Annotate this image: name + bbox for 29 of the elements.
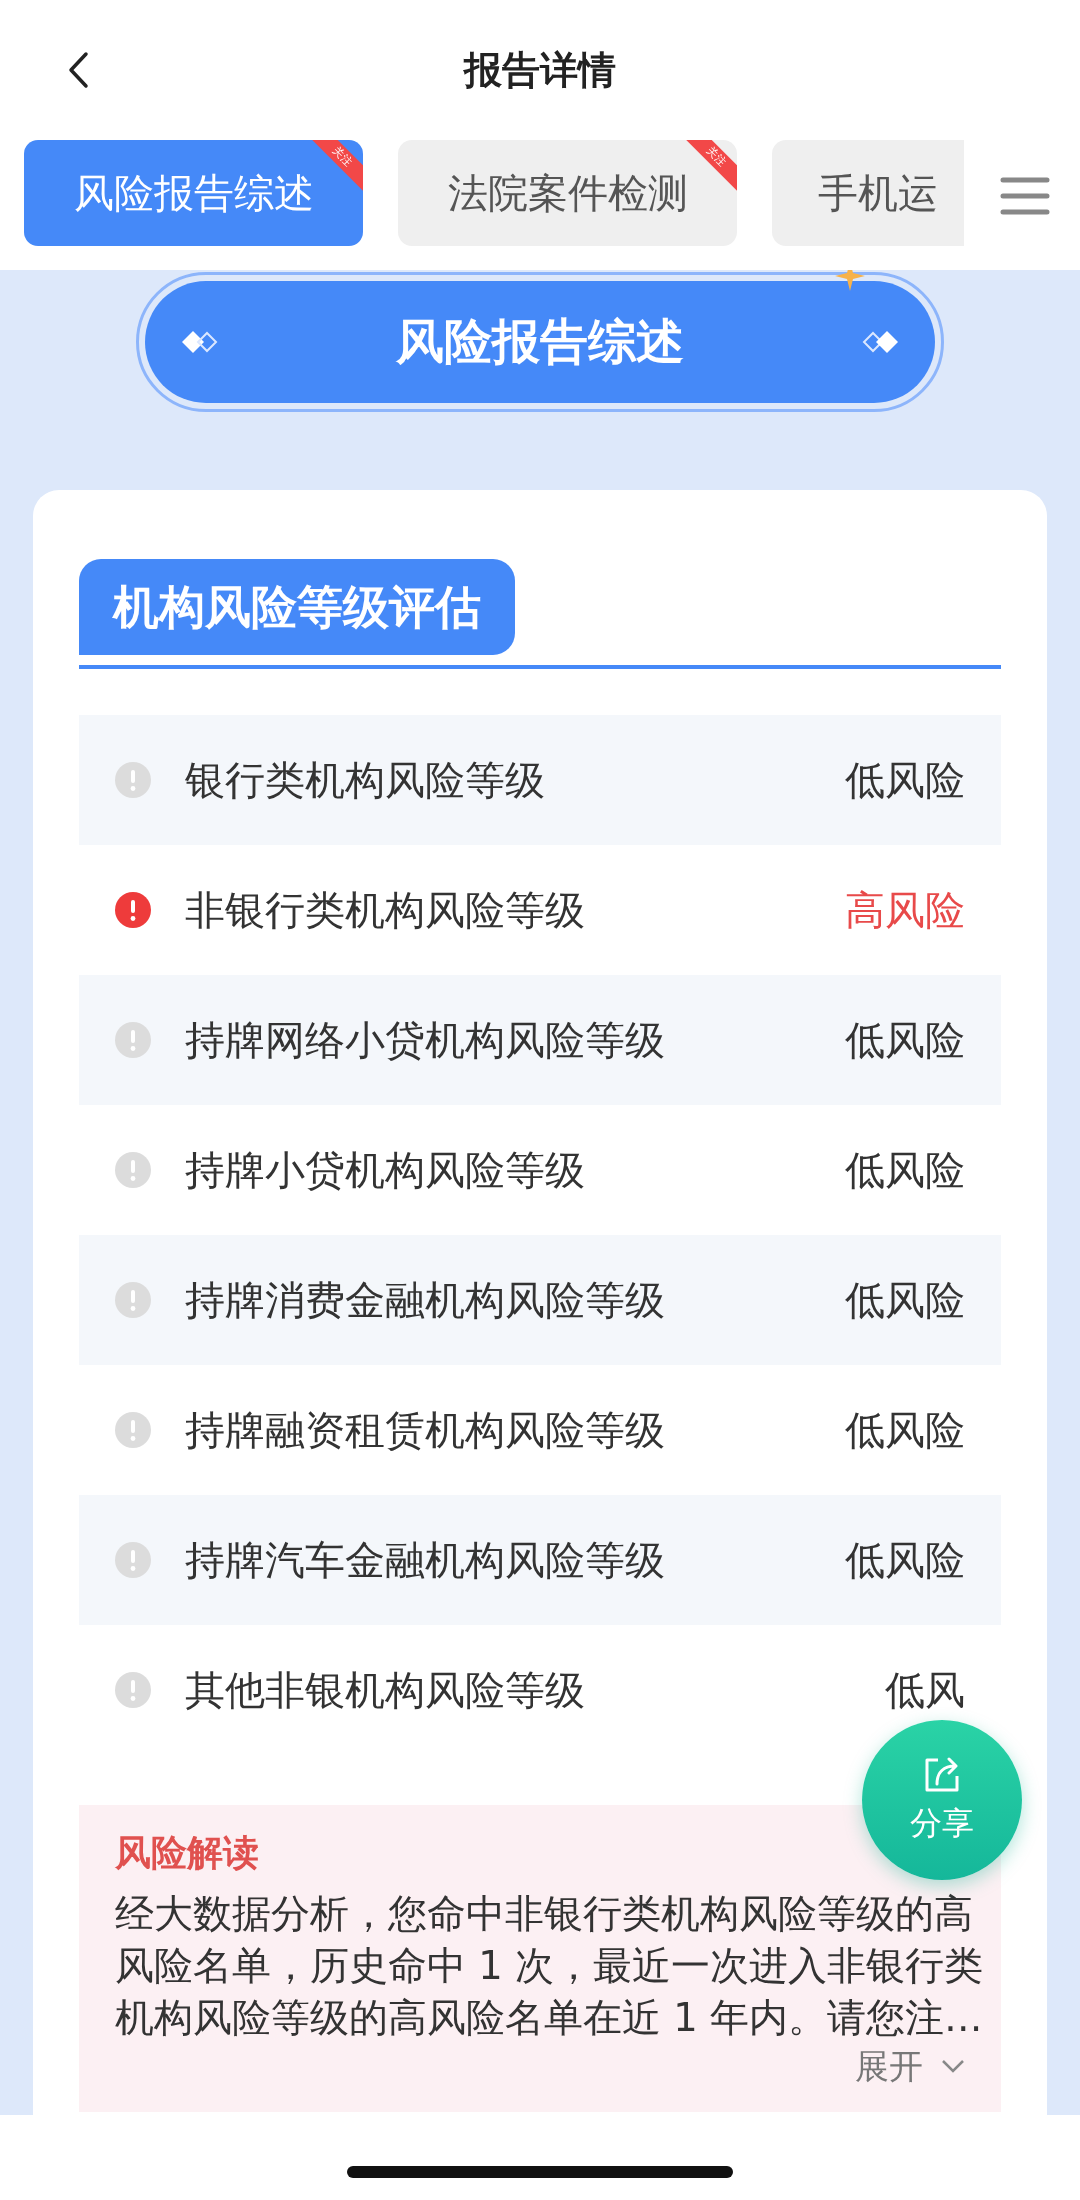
tab[interactable]: 风险报告综述 关注 bbox=[24, 140, 363, 246]
risk-label: 非银行类机构风险等级 bbox=[185, 885, 586, 935]
risk-label: 持牌融资租赁机构风险等级 bbox=[185, 1405, 666, 1455]
risk-level: 高风险 bbox=[845, 885, 965, 935]
risk-level: 低风险 bbox=[845, 1145, 965, 1195]
risk-label: 持牌消费金融机构风险等级 bbox=[185, 1275, 666, 1325]
interpretation-title: 风险解读 bbox=[115, 1831, 260, 1875]
risk-level: 低风 bbox=[885, 1665, 965, 1715]
risk-level: 低风险 bbox=[845, 1405, 965, 1455]
page-title: 报告详情 bbox=[464, 46, 616, 94]
interpretation-text: 经大数据分析，您命中非银行类机构风险等级的高风险名单，历史命中 1 次，最近一次进入非银行类机构风险等级的高风险名单在近 1 年内。请您注… bbox=[115, 1890, 984, 2042]
risk-level: 低风险 bbox=[845, 1275, 965, 1325]
banner-title: 风险报告综述 bbox=[396, 312, 684, 371]
risk-label: 持牌小贷机构风险等级 bbox=[185, 1145, 586, 1195]
expand-link[interactable]: 展开 bbox=[115, 2044, 965, 2088]
risk-level: 低风险 bbox=[845, 755, 965, 805]
risk-label: 其他非银机构风险等级 bbox=[185, 1665, 586, 1715]
back-icon[interactable] bbox=[66, 50, 90, 90]
tab[interactable]: 法院案件检测 关注 bbox=[398, 140, 737, 246]
risk-level: 低风险 bbox=[845, 1015, 965, 1065]
tab[interactable]: 手机运 bbox=[772, 140, 964, 246]
risk-level: 低风险 bbox=[845, 1535, 965, 1585]
risk-label: 银行类机构风险等级 bbox=[185, 755, 546, 805]
section-title: 机构风险等级评估 bbox=[79, 559, 515, 655]
sparkle-icon bbox=[835, 270, 865, 291]
menu-icon[interactable] bbox=[1000, 176, 1050, 216]
risk-label: 持牌汽车金融机构风险等级 bbox=[185, 1535, 666, 1585]
chevron-down-icon bbox=[941, 2059, 965, 2073]
risk-label: 持牌网络小贷机构风险等级 bbox=[185, 1015, 666, 1065]
